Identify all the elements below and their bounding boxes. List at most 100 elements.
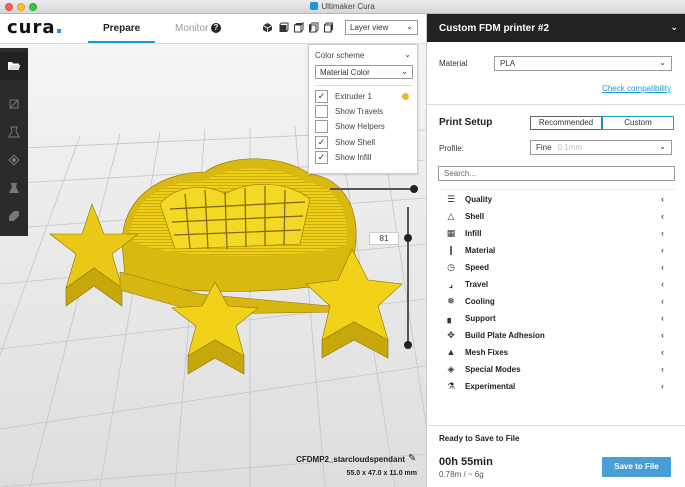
chevron-down-icon: ⌄: [659, 58, 666, 67]
shell-icon: △: [447, 211, 455, 221]
scale-icon[interactable]: [0, 118, 28, 146]
tool-sidebar: [0, 48, 28, 236]
save-to-file-button[interactable]: Save to File: [602, 457, 671, 477]
layer-slider-upper-handle[interactable]: [404, 234, 412, 242]
category-experimental[interactable]: ⚗ Experimental ‹: [438, 379, 670, 395]
chevron-down-icon: ⌄: [659, 142, 666, 151]
window-title: Ultimaker Cura: [0, 2, 685, 11]
printer-selector[interactable]: Custom FDM printer #2 ⌄: [427, 14, 685, 42]
printer-name: Custom FDM printer #2: [439, 23, 550, 34]
chevron-down-icon: ⌄: [401, 67, 408, 76]
quality-icon: ☰: [446, 194, 456, 204]
chevron-left-icon: ‹: [661, 279, 664, 289]
top-header: cura Prepare Monitor ? Layer view ⌄: [0, 14, 426, 44]
edit-pencil-icon[interactable]: ✎: [408, 453, 416, 464]
right-view-icon[interactable]: [323, 22, 334, 33]
settings-panel: Custom FDM printer #2 ⌄ Material PLA ⌄ C…: [426, 14, 685, 487]
chevron-left-icon: ‹: [661, 211, 664, 221]
3d-view-icon[interactable]: [262, 22, 273, 33]
chevron-left-icon: ‹: [661, 245, 664, 255]
layer-number-field[interactable]: 81: [369, 232, 399, 245]
checkbox-unchecked[interactable]: [315, 120, 328, 133]
chevron-left-icon: ‹: [661, 194, 664, 204]
checkbox-checked[interactable]: ✓: [315, 151, 328, 164]
material-value: PLA: [500, 59, 516, 68]
cooling-icon: ❅: [447, 296, 455, 306]
model-dimensions: 55.0 x 47.0 x 11.0 mm: [346, 470, 417, 477]
chevron-down-icon[interactable]: ⌄: [404, 50, 411, 59]
category-infill[interactable]: ▦ Infill ‹: [438, 226, 670, 242]
color-scheme-select[interactable]: Material Color ⌄: [315, 65, 413, 79]
build-plate-adhesion-icon: ✥: [447, 330, 455, 340]
chevron-left-icon: ‹: [661, 364, 664, 374]
front-view-icon[interactable]: [278, 22, 289, 33]
model-filename: CFDMP2_starcloudspendant: [296, 455, 405, 464]
category-travel[interactable]: ⌟ Travel ‹: [438, 277, 670, 293]
chevron-left-icon: ‹: [661, 313, 664, 323]
category-support[interactable]: ▖ Support ‹: [438, 311, 670, 327]
chevron-left-icon: ‹: [661, 262, 664, 272]
left-view-icon[interactable]: [308, 22, 319, 33]
color-scheme-panel: Color scheme ⌄ Material Color ⌄ ✓ Extrud…: [308, 44, 418, 174]
option-show-shell[interactable]: ✓ Show Shell: [315, 136, 415, 150]
option-show-helpers[interactable]: Show Helpers: [315, 120, 415, 134]
settings-search-input[interactable]: Search...: [438, 166, 675, 181]
material-label: Material: [439, 59, 468, 68]
speed-icon: ◷: [447, 262, 455, 272]
rotate-icon[interactable]: [0, 146, 28, 174]
window-titlebar: Ultimaker Cura: [0, 0, 685, 14]
cura-app-icon: [310, 2, 319, 10]
experimental-icon: ⚗: [446, 381, 456, 391]
material-usage: 0.78m / ~ 6g: [439, 470, 484, 479]
move-icon[interactable]: [0, 90, 28, 118]
category-speed[interactable]: ◷ Speed ‹: [438, 260, 670, 276]
option-extruder-1[interactable]: ✓ Extruder 1: [315, 90, 415, 104]
category-build-plate-adhesion[interactable]: ✥ Build Plate Adhesion ‹: [438, 328, 670, 344]
chevron-left-icon: ‹: [661, 347, 664, 357]
extruder-color-swatch: [402, 93, 409, 100]
color-scheme-value: Material Color: [320, 68, 370, 77]
layer-path-slider-handle[interactable]: [410, 185, 418, 193]
top-view-icon[interactable]: [293, 21, 304, 33]
help-icon[interactable]: ?: [211, 23, 221, 33]
view-mode-value: Layer view: [350, 23, 389, 32]
option-show-infill[interactable]: ✓ Show Infill: [315, 151, 415, 165]
profile-select[interactable]: Fine 0.1mm ⌄: [530, 140, 672, 155]
mirror-icon[interactable]: [0, 174, 28, 202]
layer-slider-lower-handle[interactable]: [404, 341, 412, 349]
layer-slider-track[interactable]: [407, 207, 409, 346]
per-model-settings-icon[interactable]: [0, 202, 28, 230]
tab-prepare[interactable]: Prepare: [103, 23, 140, 34]
profile-label: Profile:: [439, 144, 464, 153]
cura-logo: cura: [7, 17, 61, 38]
category-special-modes[interactable]: ◈ Special Modes ‹: [438, 362, 670, 378]
checkbox-unchecked[interactable]: [315, 105, 328, 118]
chevron-left-icon: ‹: [661, 381, 664, 391]
ready-status: Ready to Save to File: [439, 434, 520, 443]
chevron-left-icon: ‹: [661, 296, 664, 306]
checkbox-checked[interactable]: ✓: [315, 90, 328, 103]
material-icon: ❙: [447, 245, 455, 255]
category-shell[interactable]: △ Shell ‹: [438, 209, 670, 225]
category-mesh-fixes[interactable]: ▲ Mesh Fixes ‹: [438, 345, 670, 361]
category-material[interactable]: ❙ Material ‹: [438, 243, 670, 259]
profile-layer-height: 0.1mm: [557, 143, 583, 152]
check-compatibility-link[interactable]: Check compatibility: [602, 84, 671, 93]
open-folder-icon[interactable]: [0, 52, 28, 80]
category-cooling[interactable]: ❅ Cooling ‹: [438, 294, 670, 310]
mode-custom-button[interactable]: Custom: [602, 116, 674, 130]
checkbox-checked[interactable]: ✓: [315, 136, 328, 149]
print-time: 00h 55min: [439, 456, 493, 468]
infill-grid: [159, 184, 311, 250]
layer-path-slider-track[interactable]: [330, 188, 412, 190]
option-show-travels[interactable]: Show Travels: [315, 105, 415, 119]
category-quality[interactable]: ☰ Quality ‹: [438, 192, 670, 208]
infill-icon: ▦: [446, 228, 456, 238]
material-select[interactable]: PLA ⌄: [494, 56, 672, 71]
color-scheme-label: Color scheme: [315, 51, 365, 60]
mode-recommended-button[interactable]: Recommended: [530, 116, 602, 130]
mesh-fixes-icon: ▲: [446, 347, 456, 357]
view-mode-dropdown[interactable]: Layer view ⌄: [345, 20, 418, 35]
tab-monitor[interactable]: Monitor: [175, 23, 208, 34]
support-icon: ▖: [447, 313, 455, 323]
